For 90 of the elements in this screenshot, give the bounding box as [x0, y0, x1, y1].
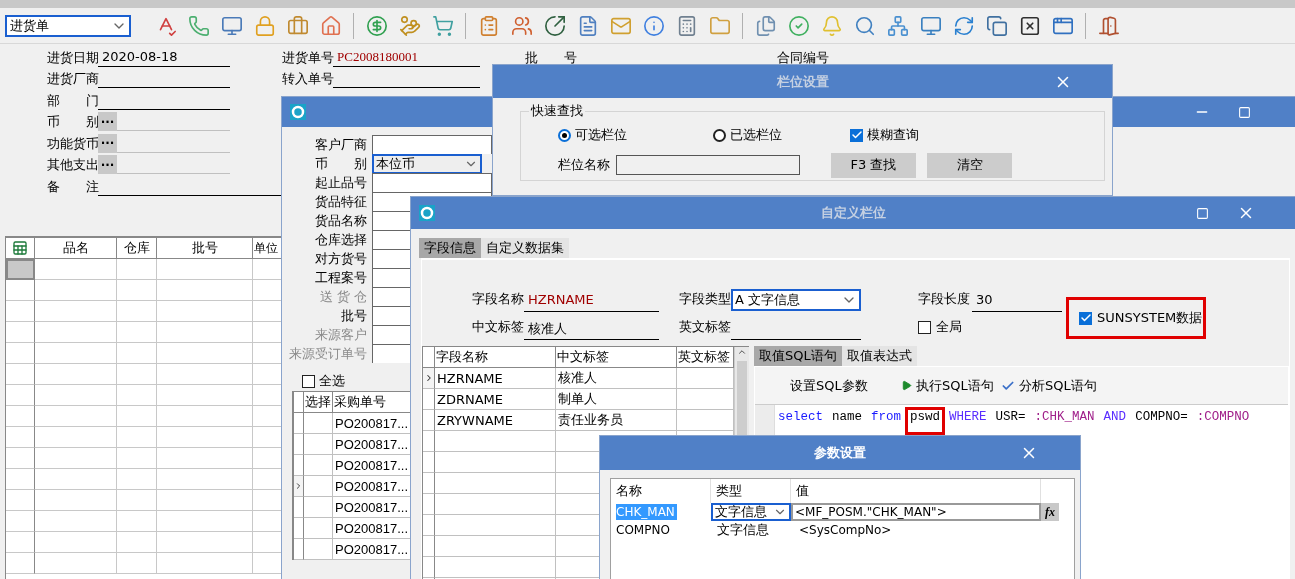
sql-token: from — [871, 409, 902, 424]
tab[interactable]: 自定义数据集 — [481, 238, 569, 258]
window-title: 自定义栏位 — [820, 204, 886, 222]
toolbar-button[interactable]: 分析SQL语句 — [1001, 376, 1101, 395]
field-label: 字段名称 — [472, 290, 524, 308]
table-cell-text: 文字信息 — [716, 521, 769, 539]
lookup-button[interactable]: ··· — [98, 133, 117, 153]
table-cell: 责任业务员 — [556, 410, 677, 431]
field-label: 币 别 — [314, 154, 368, 173]
column-header[interactable]: 值 — [791, 479, 1041, 503]
table-cell: ZDRNAME — [435, 389, 556, 410]
column-header[interactable]: 选择 — [304, 392, 333, 413]
field-length-field[interactable]: 30 — [972, 292, 1062, 312]
field-label: 字段类型 — [679, 290, 731, 308]
field-label: 栏位名称 — [558, 156, 610, 174]
field-label: 起止品号 — [314, 173, 368, 192]
field-label: 功能货币 — [47, 134, 98, 153]
checkbox-label: 全选 — [319, 372, 345, 390]
option-label: 已选栏位 — [730, 126, 782, 144]
sql-token: AND — [1103, 409, 1127, 424]
field-label: 对方货号 — [314, 249, 368, 268]
field-label: 工程案号 — [314, 268, 368, 287]
toolbar-button[interactable]: 执行SQL语句 — [901, 376, 1001, 395]
field-label: 备 注 — [47, 177, 98, 196]
field-input[interactable]: 2020-08-18 — [98, 48, 230, 67]
column-header[interactable]: 名称 — [611, 479, 711, 503]
type-select[interactable]: 文字信息 — [711, 503, 791, 521]
field-label: 字段长度 — [918, 290, 971, 308]
field-type-select[interactable]: A 文字信息 — [731, 289, 861, 311]
sql-token: COMPNO= — [1135, 409, 1188, 424]
option-label: 模糊查询 — [867, 126, 919, 144]
field-name-field[interactable]: HZRNAME — [524, 292, 659, 312]
group-title: 快速查找 — [530, 102, 584, 120]
field-label: 合同编号 — [777, 48, 830, 67]
column-header[interactable]: 仓库 — [117, 238, 157, 259]
table-cell: 核准人 — [556, 368, 677, 389]
table-cell-text: <SysCompNo> — [798, 523, 892, 537]
dialog-button[interactable]: F3 查找 — [831, 152, 916, 178]
dialog-button[interactable]: 清空 — [927, 152, 1012, 178]
field-label: 部 门 — [47, 91, 98, 110]
window-title: 参数设置 — [814, 444, 866, 462]
option-label: 可选栏位 — [575, 126, 627, 144]
sql-token: pswd — [905, 407, 946, 435]
sql-token: select — [778, 409, 823, 424]
field-label: 币 别 — [47, 113, 98, 131]
field-label: 进货单号 — [282, 48, 333, 67]
chinese-label-field[interactable]: 核准人 — [524, 320, 659, 340]
sql-token: :COMPNO — [1196, 409, 1250, 424]
table-cell: 制单人 — [556, 389, 677, 410]
column-header[interactable]: 字段名称 — [435, 347, 556, 368]
lookup-button[interactable]: ··· — [98, 155, 117, 174]
field-label: 进货日期 — [47, 48, 98, 67]
window-title: 栏位设置 — [776, 72, 829, 91]
column-header[interactable]: 品名 — [35, 238, 117, 259]
column-header[interactable]: 中文标签 — [556, 347, 677, 368]
field-label: 英文标签 — [679, 318, 731, 336]
sql-token: :CHK_MAN — [1034, 409, 1095, 424]
document-type-select[interactable]: 进货单 — [5, 14, 131, 37]
tab[interactable]: 字段信息 — [419, 238, 481, 258]
field-label: 来源受订单号 — [288, 344, 368, 363]
field-label: 批 号 — [525, 48, 578, 67]
sql-token: WHERE — [949, 409, 987, 424]
field-label: 其他支出 — [47, 156, 98, 174]
field-input[interactable]: PC2008180001 — [333, 48, 480, 67]
column-header[interactable]: 批号 — [157, 238, 253, 259]
field-label: 中文标签 — [472, 318, 524, 336]
currency-select[interactable]: 本位币 — [372, 153, 482, 174]
table-cell: HZRNAME — [435, 368, 556, 389]
field-label: 来源客户 — [314, 325, 368, 344]
table-cell[interactable]: COMPNO — [616, 522, 672, 538]
formula-button[interactable]: fx — [1041, 503, 1059, 521]
field-label: 进货厂商 — [47, 70, 98, 88]
checkbox-label: SUNSYSTEM数据 — [1097, 309, 1203, 327]
field-label: 仓库选择 — [314, 230, 368, 249]
sql-token: name — [832, 409, 863, 424]
sql-token: USR= — [995, 409, 1026, 424]
field-label: 批号 — [340, 306, 368, 325]
column-header[interactable]: 类型 — [711, 479, 791, 503]
field-label: 送 货 仓 — [318, 287, 368, 306]
toolbar-button[interactable]: 设置SQL参数 — [790, 376, 901, 395]
tab[interactable]: 取值SQL语句 — [754, 346, 842, 366]
value-field[interactable]: <MF_POSM."CHK_MAN"> — [791, 503, 1041, 521]
field-label: 转入单号 — [282, 70, 333, 88]
field-label: 货品名称 — [314, 211, 368, 230]
field-label: 客户厂商 — [314, 135, 368, 154]
lookup-button[interactable]: ··· — [98, 112, 117, 131]
field-label: 货品特征 — [314, 192, 368, 211]
checkbox-label: 全局 — [936, 318, 962, 336]
table-cell: ZRYWNAME — [435, 410, 556, 431]
tab[interactable]: 取值表达式 — [841, 346, 917, 366]
